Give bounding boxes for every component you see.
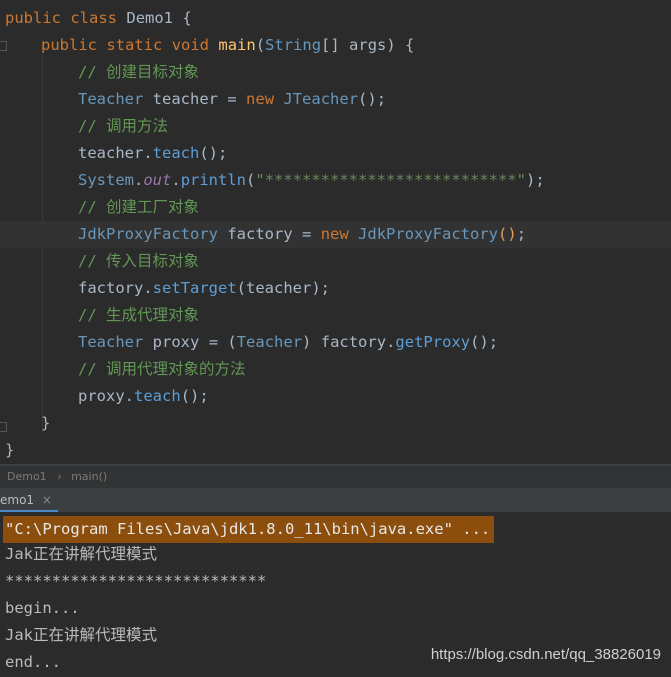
string-literal: "***************************" <box>255 171 526 189</box>
run-toolbar: emo1 × <box>0 488 671 512</box>
console-line: **************************** <box>5 572 267 590</box>
paren: ) <box>386 36 396 54</box>
code-editor[interactable]: public class Demo1 { public static void … <box>0 0 671 464</box>
type-name: Teacher <box>78 333 144 351</box>
brace: { <box>405 36 415 54</box>
comment: // 生成代理对象 <box>78 306 199 324</box>
dot: . <box>143 279 153 297</box>
type-name: Teacher <box>78 90 144 108</box>
type-name: JTeacher <box>283 90 359 108</box>
variable: factory <box>78 279 144 297</box>
keyword: new <box>320 225 349 243</box>
code-line-10[interactable]: // 传入目标对象 <box>0 248 671 275</box>
dot: . <box>124 387 135 405</box>
code-line-16[interactable]: } <box>0 410 671 437</box>
type-name: Teacher <box>236 333 303 351</box>
class-name: Demo1 <box>126 9 174 27</box>
run-tab[interactable]: emo1 × <box>0 488 58 512</box>
brace: } <box>5 441 15 459</box>
breadcrumb-class[interactable]: Demo1 <box>7 470 47 483</box>
keyword: void <box>171 36 210 54</box>
paren: (); <box>199 144 228 162</box>
comment: // 创建工厂对象 <box>78 198 199 216</box>
keyword: class <box>70 9 118 27</box>
paren: ); <box>525 171 545 189</box>
operator: = <box>208 333 219 351</box>
operator: = <box>227 90 237 108</box>
breadcrumb-separator: › <box>57 470 62 483</box>
variable: factory <box>320 333 387 351</box>
method-call: getProxy <box>395 333 471 351</box>
method-call: teach <box>152 144 200 162</box>
type-name: System <box>78 171 134 189</box>
variable: proxy <box>152 333 200 351</box>
console-line: end... <box>5 653 61 671</box>
brace: } <box>41 414 51 432</box>
code-line-15[interactable]: proxy.teach(); <box>0 383 671 410</box>
variable: proxy <box>78 387 125 405</box>
code-line-12[interactable]: // 生成代理对象 <box>0 302 671 329</box>
code-line-9-current[interactable]: JdkProxyFactory factory = new JdkProxyFa… <box>0 221 671 248</box>
comment: // 创建目标对象 <box>78 63 199 81</box>
breadcrumb: Demo1 › main() <box>0 466 671 488</box>
code-line-13[interactable]: Teacher proxy = (Teacher) factory.getPro… <box>0 329 671 356</box>
operator: = <box>302 225 312 243</box>
method-call: setTarget <box>152 279 237 297</box>
keyword: public <box>41 36 97 54</box>
variable: teacher <box>78 144 144 162</box>
paren: (); <box>180 387 209 405</box>
breadcrumb-method[interactable]: main() <box>71 470 107 483</box>
console-line: Jak正在讲解代理模式 <box>5 545 157 563</box>
type-name: JdkProxyFactory <box>358 225 499 243</box>
brace: { <box>182 9 192 27</box>
semicolon: ; <box>516 225 527 243</box>
variable: factory <box>227 225 293 243</box>
paren: () <box>498 225 517 243</box>
dot: . <box>134 171 144 189</box>
paren: ( <box>246 171 256 189</box>
paren: (); <box>358 90 387 108</box>
keyword: static <box>106 36 163 54</box>
close-icon[interactable]: × <box>42 493 52 507</box>
code-line-2[interactable]: public static void main(String[] args) { <box>0 32 671 59</box>
code-line-5[interactable]: // 调用方法 <box>0 113 671 140</box>
method-name: main <box>218 36 256 54</box>
paren: (); <box>470 333 499 351</box>
comment: // 调用代理对象的方法 <box>78 360 246 378</box>
comment: // 调用方法 <box>78 117 168 135</box>
run-tab-label: emo1 <box>0 493 35 507</box>
dot: . <box>171 171 181 189</box>
param: [] args <box>321 36 387 54</box>
static-field: out <box>143 171 172 189</box>
dot: . <box>386 333 396 351</box>
console-line-command: "C:\Program Files\Java\jdk1.8.0_11\bin\j… <box>3 516 495 543</box>
code-line-1[interactable]: public class Demo1 { <box>0 5 671 32</box>
code-line-4[interactable]: Teacher teacher = new JTeacher(); <box>0 86 671 113</box>
code-line-7[interactable]: System.out.println("********************… <box>0 167 671 194</box>
code-line-3[interactable]: // 创建目标对象 <box>0 59 671 86</box>
code-line-11[interactable]: factory.setTarget(teacher); <box>0 275 671 302</box>
keyword: new <box>246 90 275 108</box>
console-line: Jak正在讲解代理模式 <box>5 626 157 644</box>
type-name: String <box>265 36 322 54</box>
type-name: JdkProxyFactory <box>78 225 218 243</box>
code-line-8[interactable]: // 创建工厂对象 <box>0 194 671 221</box>
code-line-6[interactable]: teacher.teach(); <box>0 140 671 167</box>
console-line: begin... <box>5 599 80 617</box>
args: (teacher); <box>236 279 330 297</box>
code-line-14[interactable]: // 调用代理对象的方法 <box>0 356 671 383</box>
watermark-url: https://blog.csdn.net/qq_38826019 <box>430 646 661 663</box>
paren: ( <box>227 333 237 351</box>
code-line-17[interactable]: } <box>0 437 671 464</box>
method-call: teach <box>134 387 181 405</box>
method-call: println <box>180 171 247 189</box>
variable: teacher <box>152 90 218 108</box>
keyword: public <box>5 9 61 27</box>
comment: // 传入目标对象 <box>78 252 199 270</box>
paren: ( <box>255 36 266 54</box>
paren: ) <box>302 333 312 351</box>
dot: . <box>143 144 153 162</box>
